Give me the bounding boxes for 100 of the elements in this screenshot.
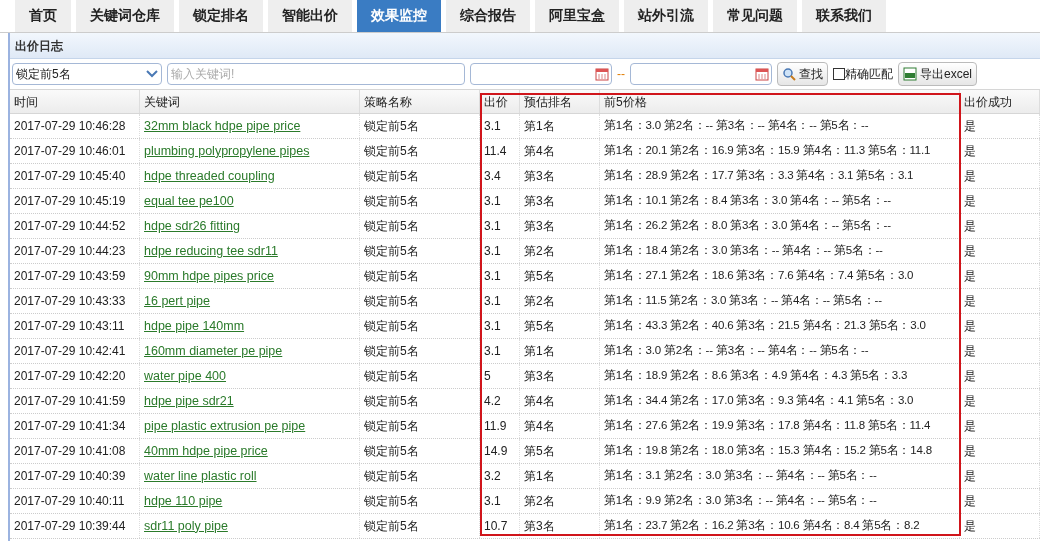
strategy-cell-text: 锁定前5名 — [364, 243, 419, 260]
keyword-link[interactable]: 40mm hdpe pipe price — [144, 441, 268, 461]
success-cell-text: 是 — [964, 143, 976, 160]
time-cell-text: 2017-07-29 10:43:33 — [14, 293, 126, 310]
nav-tab[interactable]: 综合报告 — [446, 0, 530, 32]
strategy-cell-text: 锁定前5名 — [364, 518, 419, 535]
time-cell-text: 2017-07-29 10:44:52 — [14, 218, 126, 235]
chevron-icon — [146, 70, 158, 78]
top5-price-cell-text: 第1名：26.2 第2名：8.0 第3名：3.0 第4名：-- 第5名：-- — [604, 218, 891, 234]
time-cell-text: 2017-07-29 10:42:41 — [14, 343, 126, 360]
bid-cell-text: 14.9 — [484, 443, 508, 460]
bid-cell-text: 3.1 — [484, 493, 501, 510]
rank-cell-text: 第3名 — [524, 218, 555, 235]
time-cell-text: 2017-07-29 10:45:19 — [14, 193, 126, 210]
rank-cell-text: 第1名 — [524, 118, 555, 135]
keyword-link[interactable]: 160mm diameter pe pipe — [144, 341, 283, 361]
nav-tab[interactable]: 关键词仓库 — [76, 0, 174, 32]
keyword-link[interactable]: hdpe pipe 140mm — [144, 316, 245, 336]
bid-cell-text: 3.1 — [484, 318, 501, 335]
column-header: 策略名称 — [360, 90, 480, 113]
time-cell-text: 2017-07-29 10:41:08 — [14, 443, 126, 460]
rank-cell-text: 第2名 — [524, 293, 555, 310]
nav-tab[interactable]: 智能出价 — [268, 0, 352, 32]
calendar-icon[interactable] — [595, 67, 609, 81]
keyword-link[interactable]: hdpe threaded coupling — [144, 166, 275, 186]
keyword-link[interactable]: 32mm black hdpe pipe price — [144, 116, 301, 136]
date-separator: -- — [617, 66, 625, 83]
calendar-icon[interactable] — [755, 67, 769, 81]
success-cell-text: 是 — [964, 493, 976, 510]
nav-tab[interactable]: 站外引流 — [624, 0, 708, 32]
nav-tab[interactable]: 联系我们 — [802, 0, 886, 32]
bid-cell-text: 3.1 — [484, 293, 501, 310]
exact-match-label: 精确匹配 — [845, 66, 893, 83]
nav-tab[interactable]: 常见问题 — [713, 0, 797, 32]
bid-cell-text: 3.1 — [484, 243, 501, 260]
success-cell-text: 是 — [964, 318, 976, 335]
rank-cell-text: 第5名 — [524, 318, 555, 335]
exact-match-checkbox[interactable] — [833, 68, 845, 80]
top5-price-cell-text: 第1名：27.1 第2名：18.6 第3名：7.6 第4名：7.4 第5名：3.0 — [604, 268, 914, 284]
start-date-field[interactable] — [470, 63, 612, 85]
nav-tab[interactable]: 首页 — [15, 0, 71, 32]
rank-cell-text: 第1名 — [524, 468, 555, 485]
keyword-link[interactable]: pipe plastic extrusion pe pipe — [144, 416, 306, 436]
success-cell-text: 是 — [964, 218, 976, 235]
time-cell-text: 2017-07-29 10:40:39 — [14, 468, 126, 485]
keyword-link[interactable]: hdpe reducing tee sdr11 — [144, 241, 278, 261]
top5-price-cell-text: 第1名：20.1 第2名：16.9 第3名：15.9 第4名：11.3 第5名：11.1 — [604, 143, 931, 159]
rank-cell-text: 第1名 — [524, 343, 555, 360]
bid-cell-text: 3.1 — [484, 218, 501, 235]
search-button[interactable]: 查找 — [777, 62, 828, 86]
keyword-link[interactable]: hdpe 110 pipe — [144, 491, 223, 511]
keyword-link[interactable]: water pipe 400 — [144, 366, 226, 386]
column-header: 出价成功 — [960, 90, 1040, 113]
keyword-link[interactable]: 90mm hdpe pipes price — [144, 266, 274, 286]
time-cell-text: 2017-07-29 10:44:23 — [14, 243, 126, 260]
strategy-select[interactable]: 锁定前5名 — [12, 63, 162, 85]
rank-cell-text: 第3名 — [524, 368, 555, 385]
search-icon — [782, 67, 796, 81]
strategy-cell-text: 锁定前5名 — [364, 143, 419, 160]
strategy-cell-text: 锁定前5名 — [364, 468, 419, 485]
bid-cell-text: 11.4 — [484, 143, 507, 160]
bid-cell-text: 11.9 — [484, 418, 507, 435]
end-date-field[interactable] — [630, 63, 772, 85]
success-cell-text: 是 — [964, 268, 976, 285]
success-cell-text: 是 — [964, 443, 976, 460]
bid-cell-text: 4.2 — [484, 393, 501, 410]
top5-price-cell-text: 第1名：34.4 第2名：17.0 第3名：9.3 第4名：4.1 第5名：3.0 — [604, 393, 914, 409]
bid-cell-text: 3.4 — [484, 168, 501, 185]
rank-cell-text: 第3名 — [524, 518, 555, 535]
keyword-link[interactable]: hdpe sdr26 fitting — [144, 216, 240, 236]
keyword-link[interactable]: sdr11 poly pipe — [144, 516, 228, 536]
bid-cell-text: 5 — [484, 368, 491, 385]
rank-cell-text: 第2名 — [524, 243, 555, 260]
nav-tab[interactable]: 效果监控 — [357, 0, 441, 32]
bid-cell-text: 3.1 — [484, 343, 501, 360]
strategy-cell-text: 锁定前5名 — [364, 118, 419, 135]
success-cell-text: 是 — [964, 343, 976, 360]
keyword-link[interactable]: equal tee pe100 — [144, 191, 234, 211]
keyword-link[interactable]: 16 pert pipe — [144, 291, 211, 311]
nav-tab[interactable]: 锁定排名 — [179, 0, 263, 32]
time-cell-text: 2017-07-29 10:46:01 — [14, 143, 126, 160]
export-button[interactable]: 导出excel — [898, 62, 977, 86]
keyword-link[interactable]: hdpe pipe sdr21 — [144, 391, 234, 411]
nav-tab[interactable]: 阿里宝盒 — [535, 0, 619, 32]
top5-price-cell-text: 第1名：3.0 第2名：-- 第3名：-- 第4名：-- 第5名：-- — [604, 343, 869, 359]
top5-price-cell-text: 第1名：28.9 第2名：17.7 第3名：3.3 第4名：3.1 第5名：3.1 — [604, 168, 914, 184]
top5-price-cell-text: 第1名：27.6 第2名：19.9 第3名：17.8 第4名：11.8 第5名：11.4 — [604, 418, 931, 434]
success-cell-text: 是 — [964, 518, 976, 535]
strategy-cell-text: 锁定前5名 — [364, 343, 419, 360]
keyword-link[interactable]: water line plastic roll — [144, 466, 257, 486]
bid-cell-text: 3.2 — [484, 468, 501, 485]
top5-price-cell-text: 第1名：43.3 第2名：40.6 第3名：21.5 第4名：21.3 第5名：3.0 — [604, 318, 926, 334]
rank-cell-text: 第5名 — [524, 443, 555, 460]
keyword-input[interactable]: 输入关键词! — [167, 63, 465, 85]
top5-price-cell-text: 第1名：9.9 第2名：3.0 第3名：-- 第4名：-- 第5名：-- — [604, 493, 877, 509]
column-header: 出价 — [480, 90, 520, 113]
top5-price-cell-text: 第1名：18.4 第2名：3.0 第3名：-- 第4名：-- 第5名：-- — [604, 243, 883, 259]
top5-price-cell-text: 第1名：23.7 第2名：16.2 第3名：10.6 第4名：8.4 第5名：8.2 — [604, 518, 920, 534]
rank-cell-text: 第3名 — [524, 168, 555, 185]
keyword-link[interactable]: plumbing polypropylene pipes — [144, 141, 310, 161]
